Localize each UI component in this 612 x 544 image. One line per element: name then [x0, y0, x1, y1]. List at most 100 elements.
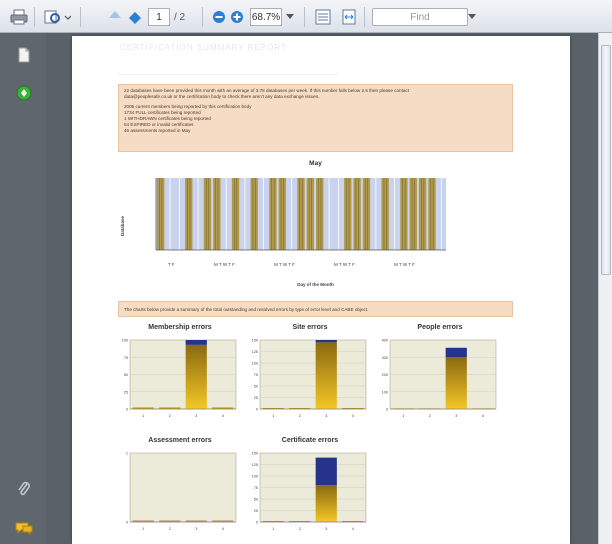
y-tick-label: 0 [256, 521, 258, 525]
fit-width-icon[interactable] [338, 7, 360, 27]
error-bar-segment [445, 357, 467, 409]
divider [118, 74, 338, 75]
comment-icon[interactable] [14, 518, 34, 538]
find-dropdown-icon[interactable] [466, 7, 478, 27]
summary-line: 46 assessments reported in May [124, 128, 191, 133]
y-tick-label: 100 [252, 362, 258, 366]
chart-plot-area [129, 452, 237, 523]
upload-chart-xlabel: Day of the Month [297, 282, 334, 287]
tools-icon[interactable] [42, 7, 72, 27]
x-tick-label: 3 [195, 527, 197, 531]
vertical-scrollbar[interactable] [598, 33, 612, 544]
x-tick-label: 3 [325, 527, 327, 531]
upload-chart [155, 178, 446, 251]
page-number-field[interactable]: 1 [148, 8, 170, 26]
error-bar-segment [445, 347, 467, 358]
y-tick-label: 100 [122, 339, 128, 343]
x-tick-label: 2 [429, 414, 431, 418]
y-tick-label: 125 [252, 463, 258, 467]
upload-bar [353, 178, 361, 250]
error-bar-segment [315, 340, 337, 343]
error-bar-segment [185, 344, 207, 409]
x-tick-label: 3 [195, 414, 197, 418]
error-chart-title: Certificate errors [281, 437, 339, 444]
upload-chart-tick-label: M T W T F [334, 262, 355, 267]
x-tick-label: 3 [325, 414, 327, 418]
x-tick-label: 1 [272, 527, 274, 531]
previous-page-icon[interactable] [104, 7, 126, 27]
x-tick-label: 2 [299, 527, 301, 531]
zoom-field[interactable]: 68.7% [250, 8, 282, 26]
upload-chart-tick-label: M T W T F [394, 262, 415, 267]
find-input[interactable]: Find [372, 8, 468, 26]
y-tick-label: 25 [124, 390, 128, 394]
x-tick-label: 4 [222, 527, 224, 531]
upload-bar [409, 178, 417, 250]
upload-bar [362, 178, 371, 250]
y-tick-label: 75 [124, 356, 128, 360]
zoom-in-icon[interactable] [226, 7, 248, 27]
y-tick-label: 400 [382, 339, 388, 343]
error-bar-segment [315, 485, 337, 522]
y-tick-label: 125 [252, 350, 258, 354]
x-tick-label: 2 [299, 414, 301, 418]
y-tick-label: 0 [256, 408, 258, 412]
x-tick-label: 1 [142, 414, 144, 418]
y-tick-label: 25 [254, 509, 258, 513]
y-tick-label: 50 [124, 373, 128, 377]
x-tick-label: 3 [455, 414, 457, 418]
upload-chart-tick-label: M T W T F [214, 262, 235, 267]
y-tick-label: 150 [252, 339, 258, 343]
x-tick-label: 4 [482, 414, 484, 418]
upload-bar [231, 178, 240, 250]
pages-icon[interactable] [14, 45, 34, 65]
x-tick-label: 1 [272, 414, 274, 418]
y-tick-label: 0 [126, 408, 128, 412]
upload-chart-title: May [309, 160, 322, 167]
upload-bar [344, 178, 352, 250]
x-tick-label: 1 [402, 414, 404, 418]
y-tick-label: 100 [252, 475, 258, 479]
upload-bar [297, 178, 305, 250]
upload-chart-tick-label: M T W T F [274, 262, 295, 267]
error-chart: 0 25 50 75 100 125 150 1 2 3 4 [252, 339, 367, 418]
x-tick-label: 1 [142, 527, 144, 531]
upload-bar [213, 178, 221, 250]
toolbar: 1 / 2 68.7% Find [0, 0, 612, 33]
y-tick-label: 25 [254, 396, 258, 400]
y-tick-label: 1 [126, 452, 128, 456]
upload-bar [381, 178, 389, 250]
upload-bar [185, 178, 193, 250]
upload-bar [306, 178, 315, 250]
navigation-panel [0, 33, 46, 544]
upload-bar [203, 178, 212, 250]
y-tick-label: 75 [254, 486, 258, 490]
zoom-dropdown-icon[interactable] [284, 7, 296, 27]
upload-bar [269, 178, 277, 250]
error-chart: 0 100 200 300 400 1 2 3 4 [382, 339, 497, 418]
y-tick-label: 150 [252, 452, 258, 456]
errors-summary-box: The charts below provide a summary of th… [118, 301, 513, 317]
upload-chart-ylabel: Database [120, 215, 125, 236]
fit-page-icon[interactable] [312, 7, 334, 27]
upload-bar [418, 178, 427, 250]
bookmark-icon[interactable] [14, 83, 34, 103]
error-bar-segment [315, 342, 337, 409]
error-chart: 0 1 1 2 3 4 [126, 452, 237, 531]
document-page: CERTIFICATION SUMMARY REPORT 22 database… [72, 36, 570, 544]
error-chart-title: Site errors [292, 324, 328, 331]
attachment-icon[interactable] [14, 479, 34, 499]
y-tick-label: 100 [382, 390, 388, 394]
y-tick-label: 300 [382, 356, 388, 360]
error-chart: 0 25 50 75 100 125 150 1 2 3 4 [252, 452, 367, 531]
y-tick-label: 0 [386, 408, 388, 412]
x-tick-label: 4 [222, 414, 224, 418]
error-chart-title: Assessment errors [148, 437, 212, 444]
print-icon[interactable] [8, 7, 30, 27]
next-page-icon[interactable] [124, 7, 146, 27]
upload-chart-tick-label: T F [168, 262, 175, 267]
x-tick-label: 2 [169, 414, 171, 418]
error-chart: 0 25 50 75 100 1 2 3 4 [122, 339, 237, 418]
scrollbar-thumb[interactable] [601, 45, 611, 275]
error-bar-segment [315, 457, 337, 486]
